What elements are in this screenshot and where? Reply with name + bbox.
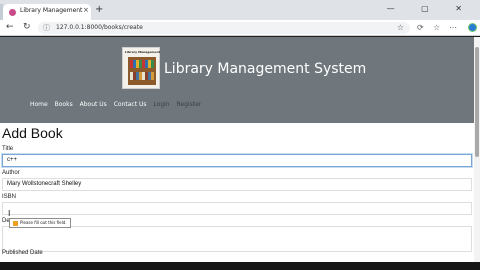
browser-toolbar: ← ↻ ⓘ 127.0.0.1:8000/books/create ☆ ⟳ ☆ … [0,20,480,36]
tab-close-icon[interactable]: × [83,6,89,14]
window-controls[interactable]: — ▢ ✕ [387,4,474,13]
title-label: Title [2,146,14,152]
new-tab-button[interactable]: + [95,5,103,15]
menu-icon[interactable]: ⋯ [449,23,457,32]
site-title: Library Management System [164,61,367,77]
validation-message: Please fill out this field. [20,220,67,225]
web-page: Library Management Library Management Sy… [0,37,474,262]
favorites-icon[interactable]: ☆ [433,23,440,32]
nav-about-us[interactable]: About Us [80,101,107,108]
favorite-star-icon[interactable]: ☆ [397,23,404,32]
description-textarea[interactable] [2,226,472,252]
tab-favicon-icon [9,9,16,16]
address-bar[interactable]: ⓘ 127.0.0.1:8000/books/create ☆ [38,22,410,34]
browser-tab-bar: Library Management × + — ▢ ✕ [0,0,480,20]
library-logo: Library Management [122,47,160,89]
bookshelf-icon [128,57,156,85]
taskbar [0,262,480,270]
text-cursor-icon: I [8,209,11,218]
copilot-icon[interactable] [468,23,477,32]
isbn-input[interactable] [2,202,472,215]
site-info-icon[interactable]: ⓘ [43,23,50,33]
nav-login[interactable]: Login [153,101,169,108]
url-text: 127.0.0.1:8000/books/create [56,24,143,31]
tab-title: Library Management [20,7,83,14]
author-input[interactable]: Mary Wollstonecraft Shelley [2,178,472,191]
title-input[interactable]: c++ [2,154,472,167]
validation-tooltip: Please fill out this field. [9,218,71,228]
nav-books[interactable]: Books [55,101,73,108]
logo-text: Library Management [125,50,161,54]
browser-tab[interactable]: Library Management × [3,4,91,20]
nav-contact-us[interactable]: Contact Us [114,101,147,108]
nav-home[interactable]: Home [30,101,48,108]
author-label: Author [2,170,20,176]
isbn-label: ISBN [2,194,17,200]
reload-icon[interactable]: ↻ [23,22,31,32]
nav-register[interactable]: Register [177,101,202,108]
site-header: Library Management Library Management Sy… [0,37,474,123]
warning-icon [13,220,18,226]
published-date-label: Published Date [2,250,43,256]
scrollbar-thumb[interactable] [475,47,479,157]
back-arrow-icon[interactable]: ← [6,22,14,32]
page-scrollbar[interactable] [474,37,480,262]
main-nav: Home Books About Us Contact Us Login Reg… [30,101,206,108]
page-title: Add Book [2,125,63,141]
extensions-icon[interactable]: ⟳ [417,23,424,32]
